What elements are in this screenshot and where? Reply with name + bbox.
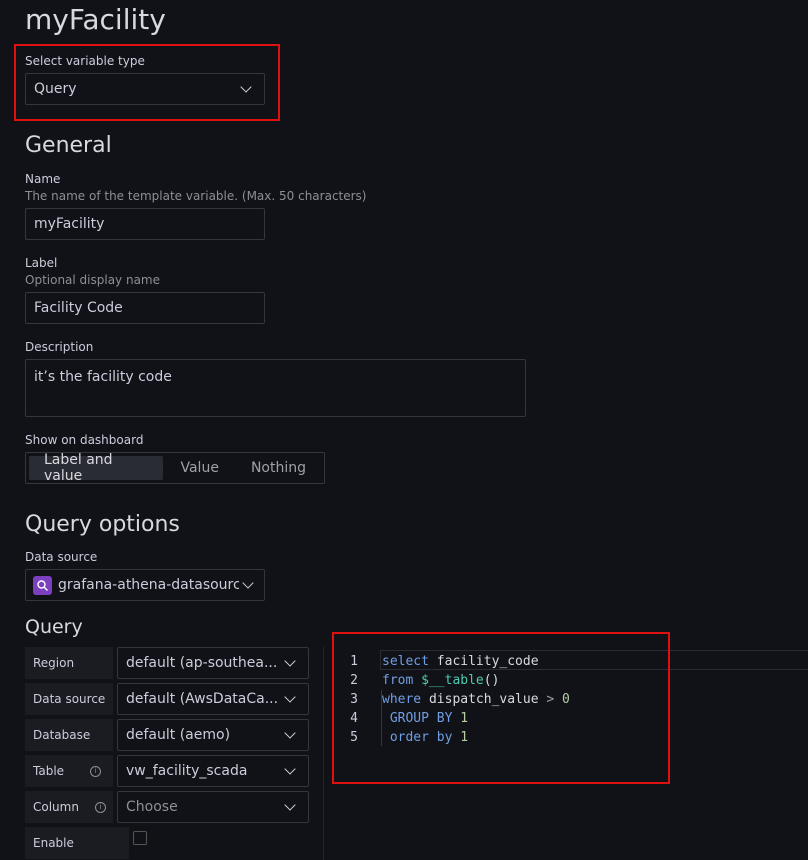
option-value[interactable]: Value bbox=[165, 456, 233, 480]
show-on-dashboard-radio-group: Label and value Value Nothing bbox=[25, 452, 325, 484]
column-select[interactable]: Choose bbox=[117, 791, 309, 823]
info-icon[interactable]: i bbox=[90, 765, 102, 777]
region-value: default (ap-southea... bbox=[126, 655, 278, 671]
name-description: The name of the template variable. (Max.… bbox=[25, 189, 367, 203]
table-label-cell: Table i bbox=[25, 755, 113, 787]
label-field-label: Label bbox=[25, 256, 58, 270]
table-value: vw_facility_scada bbox=[126, 763, 248, 779]
label-field-description: Optional display name bbox=[25, 273, 161, 287]
column-label-cell: Column i bbox=[25, 791, 113, 823]
query-data-source-value: default (AwsDataCa... bbox=[126, 691, 279, 707]
show-on-dashboard-label: Show on dashboard bbox=[25, 433, 144, 447]
data-source-select[interactable]: grafana-athena-datasource bbox=[25, 569, 265, 601]
label-input[interactable]: Facility Code bbox=[25, 292, 265, 324]
column-label: Column bbox=[33, 800, 79, 814]
enable-label: Enable bbox=[25, 827, 129, 859]
chevron-down-icon bbox=[284, 691, 296, 703]
table-select[interactable]: vw_facility_scada bbox=[117, 755, 309, 787]
code-highlight bbox=[332, 632, 670, 784]
description-label: Description bbox=[25, 340, 94, 354]
data-source-value: grafana-athena-datasource bbox=[58, 577, 239, 593]
region-label: Region bbox=[25, 647, 113, 679]
page-title: myFacility bbox=[25, 3, 166, 36]
column-placeholder: Choose bbox=[126, 799, 178, 815]
athena-logo-icon bbox=[33, 575, 52, 595]
chevron-down-icon bbox=[284, 763, 296, 775]
chevron-down-icon bbox=[284, 799, 296, 811]
variable-type-select[interactable]: Query bbox=[25, 73, 265, 105]
enable-checkbox[interactable] bbox=[133, 831, 147, 845]
database-select[interactable]: default (aemo) bbox=[117, 719, 309, 751]
chevron-down-icon bbox=[240, 81, 252, 93]
general-heading: General bbox=[25, 133, 112, 158]
data-source-label: Data source bbox=[25, 550, 98, 564]
name-label: Name bbox=[25, 172, 61, 186]
description-textarea[interactable]: it’s the facility code bbox=[25, 359, 526, 417]
table-label: Table bbox=[33, 764, 65, 778]
chevron-down-icon bbox=[284, 655, 296, 667]
label-value: Facility Code bbox=[34, 300, 123, 316]
database-label: Database bbox=[25, 719, 113, 751]
variable-type-value: Query bbox=[34, 81, 77, 97]
query-options-heading: Query options bbox=[25, 512, 180, 537]
query-data-source-select[interactable]: default (AwsDataCa... bbox=[117, 683, 309, 715]
name-value: myFacility bbox=[34, 216, 105, 232]
info-icon[interactable]: i bbox=[94, 801, 106, 813]
name-input[interactable]: myFacility bbox=[25, 208, 265, 240]
chevron-down-icon bbox=[242, 577, 254, 589]
chevron-down-icon bbox=[284, 727, 296, 739]
description-value: it’s the facility code bbox=[34, 369, 172, 385]
database-value: default (aemo) bbox=[126, 727, 231, 743]
data-source-value-wrap: grafana-athena-datasource bbox=[33, 575, 239, 595]
option-label-and-value[interactable]: Label and value bbox=[29, 452, 164, 484]
region-select[interactable]: default (ap-southea... bbox=[117, 647, 309, 679]
query-heading: Query bbox=[25, 616, 83, 638]
option-nothing[interactable]: Nothing bbox=[236, 456, 321, 480]
variable-type-label: Select variable type bbox=[25, 54, 145, 68]
query-data-source-label: Data source bbox=[25, 683, 113, 715]
